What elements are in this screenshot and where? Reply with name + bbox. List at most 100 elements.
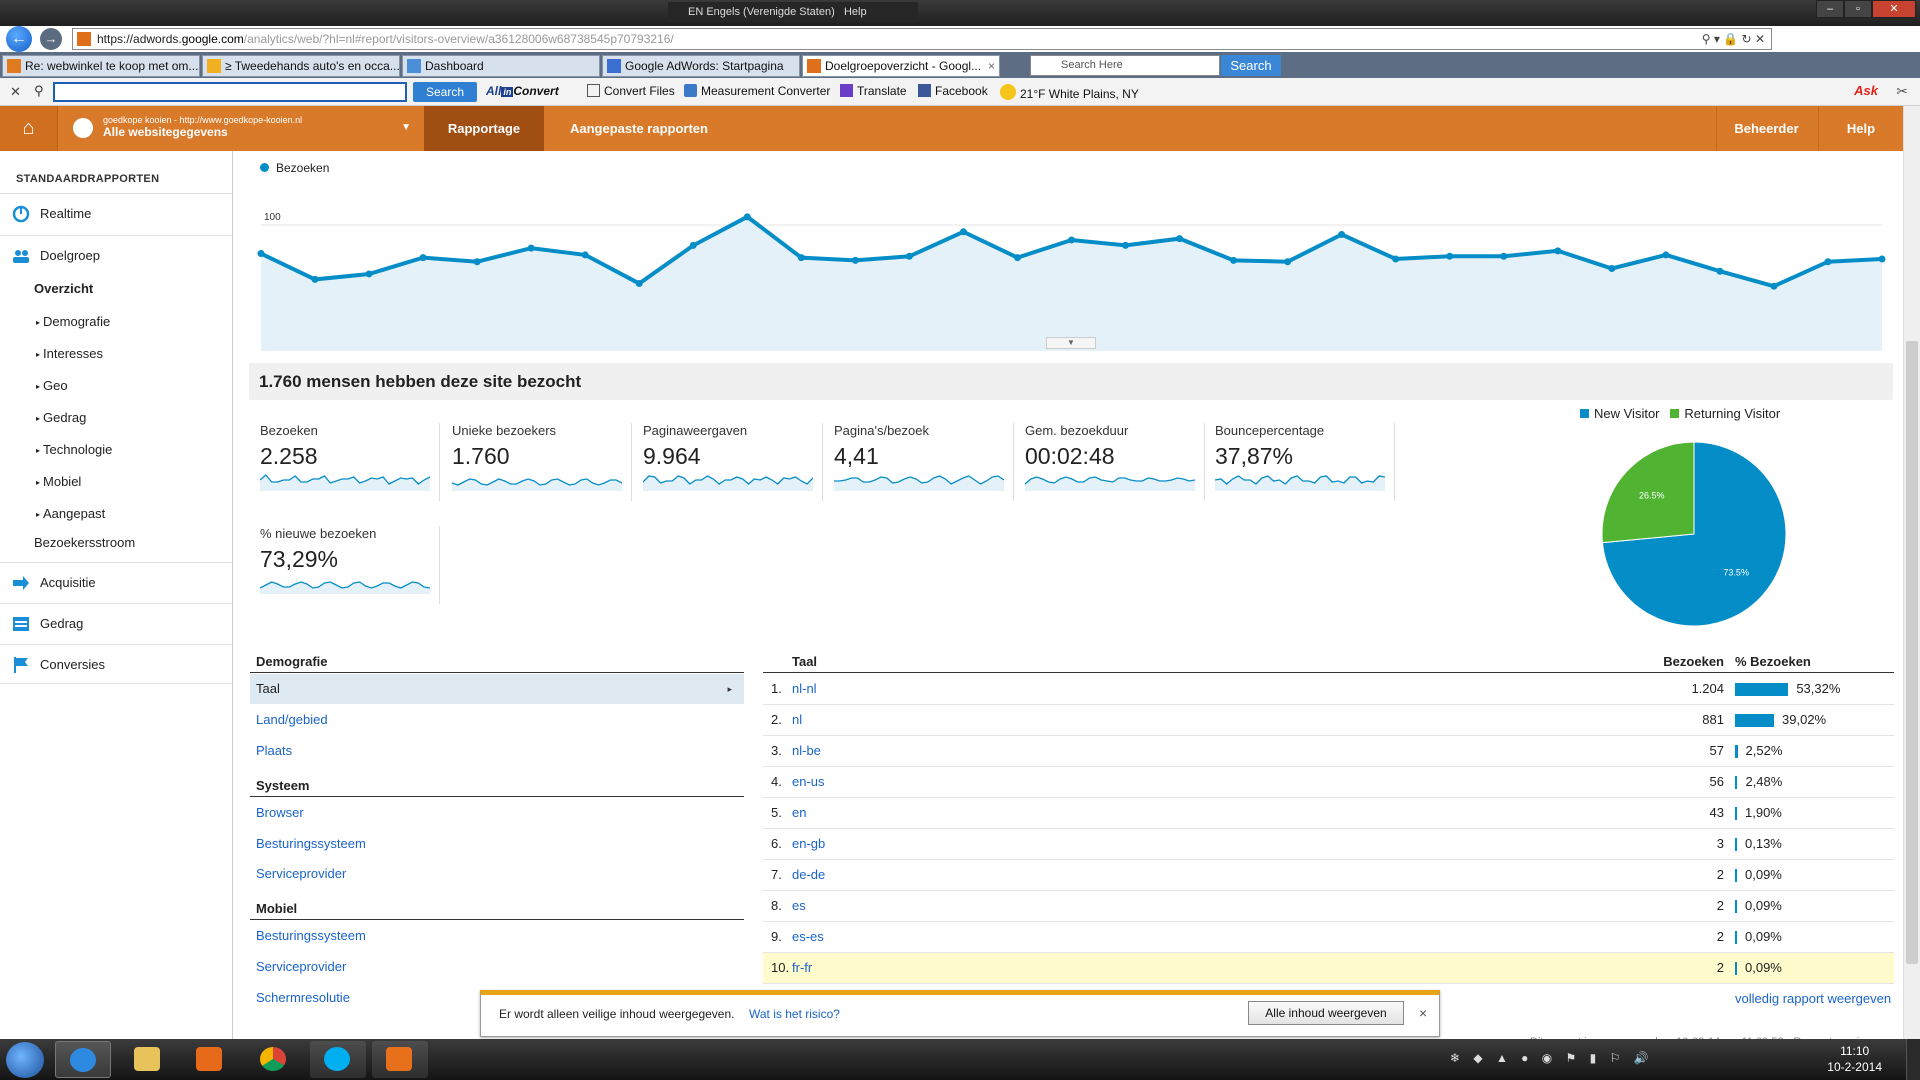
taskbar-chrome[interactable] [246,1041,302,1078]
data-point[interactable] [419,254,427,262]
taskbar-skype[interactable] [310,1041,366,1078]
show-all-content-button[interactable]: Alle inhoud weergeven [1248,1001,1404,1025]
tab-search-input[interactable]: Search Here [1030,55,1220,76]
convert-files-link[interactable]: Convert Files [587,84,675,98]
data-point[interactable] [959,228,967,236]
tab-search-button[interactable]: Search [1221,55,1281,76]
sidebar-item-technology[interactable]: ▸ Technologie [36,442,112,457]
data-point[interactable] [1176,235,1184,243]
metric-tile[interactable]: Gem. bezoekduur 00:02:48 [1015,423,1205,501]
toolbar-search-button[interactable]: Search [413,82,477,102]
language-link[interactable]: es-es [792,922,824,952]
maximize-button[interactable]: ▫ [1844,0,1872,18]
sidebar-item-overview[interactable]: Overzicht [34,281,93,296]
demo-item-mobile-provider[interactable]: Serviceprovider [250,952,744,982]
data-point[interactable] [1013,254,1021,262]
data-point[interactable] [743,213,751,221]
demo-item-os[interactable]: Besturingssysteem [250,829,744,859]
close-icon[interactable]: × [1419,1005,1427,1021]
data-point[interactable] [1392,255,1400,263]
language-link[interactable]: nl-nl [792,674,817,704]
language-link[interactable]: nl [792,705,802,735]
help-label[interactable]: Help [844,6,867,18]
table-row[interactable]: 6. en-gb 3 0,13% [763,829,1894,860]
col-header-pct-visits[interactable]: % Bezoeken [1735,651,1811,673]
sidebar-item-acquisition[interactable]: Acquisitie [0,562,232,602]
metric-tile[interactable]: Unieke bezoekers 1.760 [442,423,632,501]
data-point[interactable] [1500,252,1508,260]
demo-item-country[interactable]: Land/gebied [250,705,744,735]
language-link[interactable]: de-de [792,860,825,890]
language-link[interactable]: en [792,798,806,828]
expand-chart-handle[interactable]: ▼ [1046,337,1096,349]
metric-tile[interactable]: % nieuwe bezoeken 73,29% [250,526,440,604]
close-toolbar-icon[interactable]: ✕ [10,84,21,100]
demo-item-language[interactable]: Taal ▸ [250,674,744,704]
data-point[interactable] [473,258,481,266]
legend-returning-visitor[interactable]: Returning Visitor [1684,406,1780,421]
sidebar-item-mobile[interactable]: ▸ Mobiel [36,474,81,489]
data-point[interactable] [1662,251,1670,259]
facebook-link[interactable]: Facebook [918,84,988,98]
taskbar-ie[interactable] [55,1041,111,1078]
data-point[interactable] [1608,265,1616,273]
demo-item-mobile-os[interactable]: Besturingssysteem [250,921,744,951]
metric-tile[interactable]: Bezoeken 2.258 [250,423,440,501]
demo-item-city[interactable]: Plaats [250,736,744,766]
data-point[interactable] [851,256,859,264]
scroll-thumb[interactable] [1906,341,1918,964]
metric-tile[interactable]: Pagina's/bezoek 4,41 [824,423,1014,501]
data-point[interactable] [1230,256,1238,264]
data-point[interactable] [905,252,913,260]
forward-button[interactable]: → [40,28,62,50]
tab-dashboard[interactable]: Dashboard [402,55,600,77]
data-point[interactable] [797,254,805,262]
sidebar-item-geo[interactable]: ▸ Geo [36,378,68,393]
start-button[interactable] [6,1042,44,1078]
tab-tweedehands[interactable]: ≥ Tweedehands auto's en occa... [202,55,400,77]
back-button[interactable]: ← [6,26,32,52]
tab-doelgroepoverzicht[interactable]: Doelgroepoverzicht - Googl... × [802,55,1000,77]
language-link[interactable]: fr-fr [792,953,812,983]
nav-help[interactable]: Help [1818,106,1903,151]
show-desktop-button[interactable] [1906,1039,1920,1080]
taskbar-media-player[interactable] [182,1041,238,1078]
data-point[interactable] [1338,231,1346,239]
allinconvert-logo[interactable]: All in Convert [486,84,559,98]
data-point[interactable] [1068,236,1075,244]
table-row[interactable]: 4. en-us 56 2,48% [763,767,1894,798]
home-icon[interactable]: ⌂ [0,106,58,151]
close-window-button[interactable]: ✕ [1872,0,1916,18]
data-point[interactable] [1824,258,1832,266]
nav-admin[interactable]: Beheerder [1716,106,1816,151]
toolbar-search-input[interactable] [53,82,407,102]
taskbar-mail[interactable] [372,1041,428,1078]
language-link[interactable]: en-gb [792,829,825,859]
data-point[interactable] [365,270,373,278]
data-point[interactable] [635,279,643,287]
sidebar-item-visitor-flow[interactable]: Bezoekersstroom [34,535,135,550]
sidebar-item-demographics[interactable]: ▸ Demografie [36,314,110,329]
legend-new-visitor[interactable]: New Visitor [1594,406,1660,421]
demo-item-provider[interactable]: Serviceprovider [250,859,744,889]
sidebar-item-custom[interactable]: ▸ Aangepast [36,506,105,521]
language-indicator[interactable]: EN Engels (Verenigde Staten) Help [668,2,918,22]
address-bar[interactable]: https://adwords.google.com/analytics/web… [72,28,1772,50]
data-point[interactable] [527,244,535,252]
table-row[interactable]: 8. es 2 0,09% [763,891,1894,922]
table-row[interactable]: 7. de-de 2 0,09% [763,860,1894,891]
data-point[interactable] [1770,282,1778,290]
table-row[interactable]: 2. nl 881 39,02% [763,705,1894,736]
table-row[interactable]: 9. es-es 2 0,09% [763,922,1894,953]
data-point[interactable] [1284,258,1292,266]
sidebar-item-behavior[interactable]: ▸ Gedrag [36,410,86,425]
nav-custom-reports[interactable]: Aangepaste rapporten [544,106,734,151]
sidebar-item-behavior-main[interactable]: Gedrag [0,603,232,643]
data-point[interactable] [1122,241,1130,249]
browser-home-favorites-tools-icons[interactable]: ⌂★⚙ [1848,30,1910,50]
clock[interactable]: 11:10 10-2-2014 [1827,1043,1882,1075]
language-link[interactable]: nl-be [792,736,821,766]
risk-info-link[interactable]: Wat is het risico? [749,1007,840,1021]
data-point[interactable] [581,251,589,259]
sidebar-item-interests[interactable]: ▸ Interesses [36,346,103,361]
